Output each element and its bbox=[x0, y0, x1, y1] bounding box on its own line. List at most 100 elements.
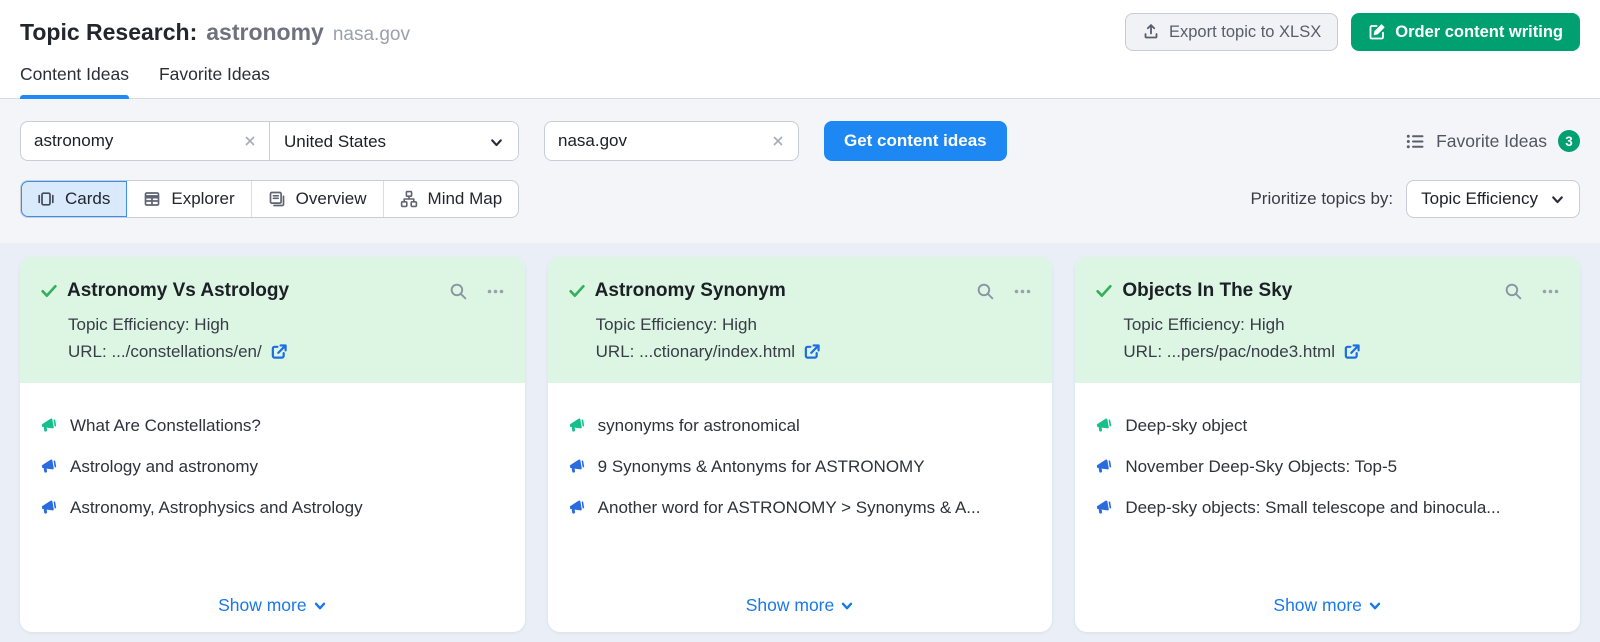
page-title-domain: nasa.gov bbox=[333, 24, 410, 46]
card-title: Astronomy Vs Astrology bbox=[67, 280, 440, 302]
view-mind-map-label: Mind Map bbox=[428, 189, 503, 209]
topic-cards-grid: Astronomy Vs Astrology Topic Efficiency:… bbox=[0, 243, 1600, 642]
search-row: United States Get content ideas bbox=[20, 121, 1580, 161]
headline-item[interactable]: Deep-sky objects: Small telescope and bi… bbox=[1095, 498, 1560, 518]
export-xlsx-label: Export topic to XLSX bbox=[1169, 23, 1321, 42]
mind-map-view-icon bbox=[400, 190, 418, 208]
megaphone-icon bbox=[40, 499, 57, 516]
card-header: Astronomy Synonym Topic Efficiency: High bbox=[548, 257, 1053, 383]
megaphone-icon bbox=[568, 417, 585, 434]
page-title: Topic Research: astronomy nasa.gov bbox=[20, 19, 410, 46]
top-actions: Export topic to XLSX Order content writi… bbox=[1125, 13, 1580, 51]
cards-view-icon bbox=[37, 190, 55, 208]
view-explorer-label: Explorer bbox=[171, 189, 234, 209]
order-content-writing-button[interactable]: Order content writing bbox=[1351, 13, 1580, 51]
export-xlsx-button[interactable]: Export topic to XLSX bbox=[1125, 13, 1338, 51]
show-more-link[interactable]: Show more bbox=[218, 595, 327, 618]
keyword-country-group: United States bbox=[20, 121, 519, 161]
view-mind-map[interactable]: Mind Map bbox=[384, 181, 519, 217]
megaphone-icon bbox=[568, 499, 585, 516]
domain-field-wrap bbox=[544, 121, 799, 161]
headline-item[interactable]: 9 Synonyms & Antonyms for ASTRONOMY bbox=[568, 457, 1033, 477]
chevron-down-icon bbox=[489, 135, 504, 150]
view-overview[interactable]: Overview bbox=[252, 181, 384, 217]
headline-item[interactable]: Astronomy, Astrophysics and Astrology bbox=[40, 498, 505, 518]
card-header: Astronomy Vs Astrology Topic Efficiency:… bbox=[20, 257, 525, 383]
country-select-value: United States bbox=[284, 132, 386, 152]
filter-area: United States Get content ideas bbox=[0, 99, 1600, 243]
more-options-icon[interactable] bbox=[486, 282, 505, 301]
megaphone-icon bbox=[1095, 417, 1112, 434]
tab-favorite-ideas-label: Favorite Ideas bbox=[159, 64, 270, 84]
card-header: Objects In The Sky Topic Efficiency: Hig… bbox=[1075, 257, 1580, 383]
check-icon bbox=[40, 282, 58, 300]
view-explorer[interactable]: Explorer bbox=[127, 181, 251, 217]
card-url: URL: ...ctionary/index.html bbox=[596, 338, 795, 365]
order-content-writing-label: Order content writing bbox=[1395, 23, 1563, 42]
headline-item[interactable]: Another word for ASTRONOMY > Synonyms & … bbox=[568, 498, 1033, 518]
domain-input[interactable] bbox=[558, 131, 748, 151]
chevron-down-icon bbox=[313, 599, 327, 613]
external-link-icon[interactable] bbox=[270, 343, 288, 361]
external-link-icon[interactable] bbox=[1343, 343, 1361, 361]
more-options-icon[interactable] bbox=[1541, 282, 1560, 301]
keyword-input[interactable] bbox=[34, 131, 214, 151]
more-options-icon[interactable] bbox=[1013, 282, 1032, 301]
topic-card: Astronomy Synonym Topic Efficiency: High bbox=[548, 257, 1053, 632]
favorite-ideas-label: Favorite Ideas bbox=[1436, 131, 1547, 152]
card-title: Objects In The Sky bbox=[1122, 280, 1495, 302]
check-icon bbox=[568, 282, 586, 300]
card-url: URL: .../constellations/en/ bbox=[68, 338, 262, 365]
megaphone-icon bbox=[568, 458, 585, 475]
upload-icon bbox=[1142, 23, 1160, 41]
headline-item[interactable]: What Are Constellations? bbox=[40, 416, 505, 436]
prioritize-select-value: Topic Efficiency bbox=[1421, 189, 1538, 209]
topic-card: Objects In The Sky Topic Efficiency: Hig… bbox=[1075, 257, 1580, 632]
show-more-link[interactable]: Show more bbox=[746, 595, 855, 618]
chevron-down-icon bbox=[1368, 599, 1382, 613]
tab-favorite-ideas[interactable]: Favorite Ideas bbox=[159, 60, 270, 98]
headline-item[interactable]: synonyms for astronomical bbox=[568, 416, 1033, 436]
headline-item[interactable]: Astrology and astronomy bbox=[40, 457, 505, 477]
topic-card: Astronomy Vs Astrology Topic Efficiency:… bbox=[20, 257, 525, 632]
top-bar: Topic Research: astronomy nasa.gov Expor… bbox=[0, 0, 1600, 60]
overview-view-icon bbox=[268, 190, 286, 208]
prioritize-wrap: Prioritize topics by: Topic Efficiency bbox=[1250, 180, 1580, 218]
view-row: Cards Explorer bbox=[20, 180, 1580, 218]
favorites-count-badge: 3 bbox=[1558, 130, 1580, 152]
view-overview-label: Overview bbox=[296, 189, 367, 209]
card-body: synonyms for astronomical 9 Synonyms & A… bbox=[548, 383, 1053, 632]
tab-bar: Content Ideas Favorite Ideas bbox=[0, 60, 1600, 99]
keyword-field-wrap bbox=[21, 122, 269, 160]
headline-item[interactable]: November Deep-Sky Objects: Top-5 bbox=[1095, 457, 1560, 477]
topic-efficiency: Topic Efficiency: High bbox=[596, 311, 1033, 338]
chevron-down-icon bbox=[1550, 192, 1565, 207]
clear-domain-icon[interactable] bbox=[771, 134, 785, 148]
search-icon[interactable] bbox=[976, 282, 995, 301]
explorer-view-icon bbox=[143, 190, 161, 208]
favorite-ideas-link[interactable]: Favorite Ideas 3 bbox=[1406, 130, 1580, 152]
topic-efficiency: Topic Efficiency: High bbox=[1123, 311, 1560, 338]
country-select[interactable]: United States bbox=[270, 122, 518, 161]
view-cards[interactable]: Cards bbox=[21, 181, 127, 217]
prioritize-select[interactable]: Topic Efficiency bbox=[1406, 180, 1580, 218]
get-content-ideas-button[interactable]: Get content ideas bbox=[824, 121, 1007, 161]
page-title-topic: astronomy bbox=[206, 19, 324, 46]
tab-content-ideas[interactable]: Content Ideas bbox=[20, 60, 129, 98]
card-body: Deep-sky object November Deep-Sky Object… bbox=[1075, 383, 1580, 632]
show-more-link[interactable]: Show more bbox=[1273, 595, 1382, 618]
card-url: URL: ...pers/pac/node3.html bbox=[1123, 338, 1335, 365]
megaphone-icon bbox=[40, 417, 57, 434]
card-title: Astronomy Synonym bbox=[595, 280, 968, 302]
list-icon bbox=[1406, 132, 1425, 151]
page-title-label: Topic Research: bbox=[20, 19, 197, 46]
topic-efficiency: Topic Efficiency: High bbox=[68, 311, 505, 338]
external-link-icon[interactable] bbox=[803, 343, 821, 361]
search-icon[interactable] bbox=[1504, 282, 1523, 301]
view-switcher: Cards Explorer bbox=[20, 180, 519, 218]
megaphone-icon bbox=[1095, 458, 1112, 475]
search-icon[interactable] bbox=[449, 282, 468, 301]
megaphone-icon bbox=[1095, 499, 1112, 516]
headline-item[interactable]: Deep-sky object bbox=[1095, 416, 1560, 436]
clear-keyword-icon[interactable] bbox=[243, 134, 257, 148]
